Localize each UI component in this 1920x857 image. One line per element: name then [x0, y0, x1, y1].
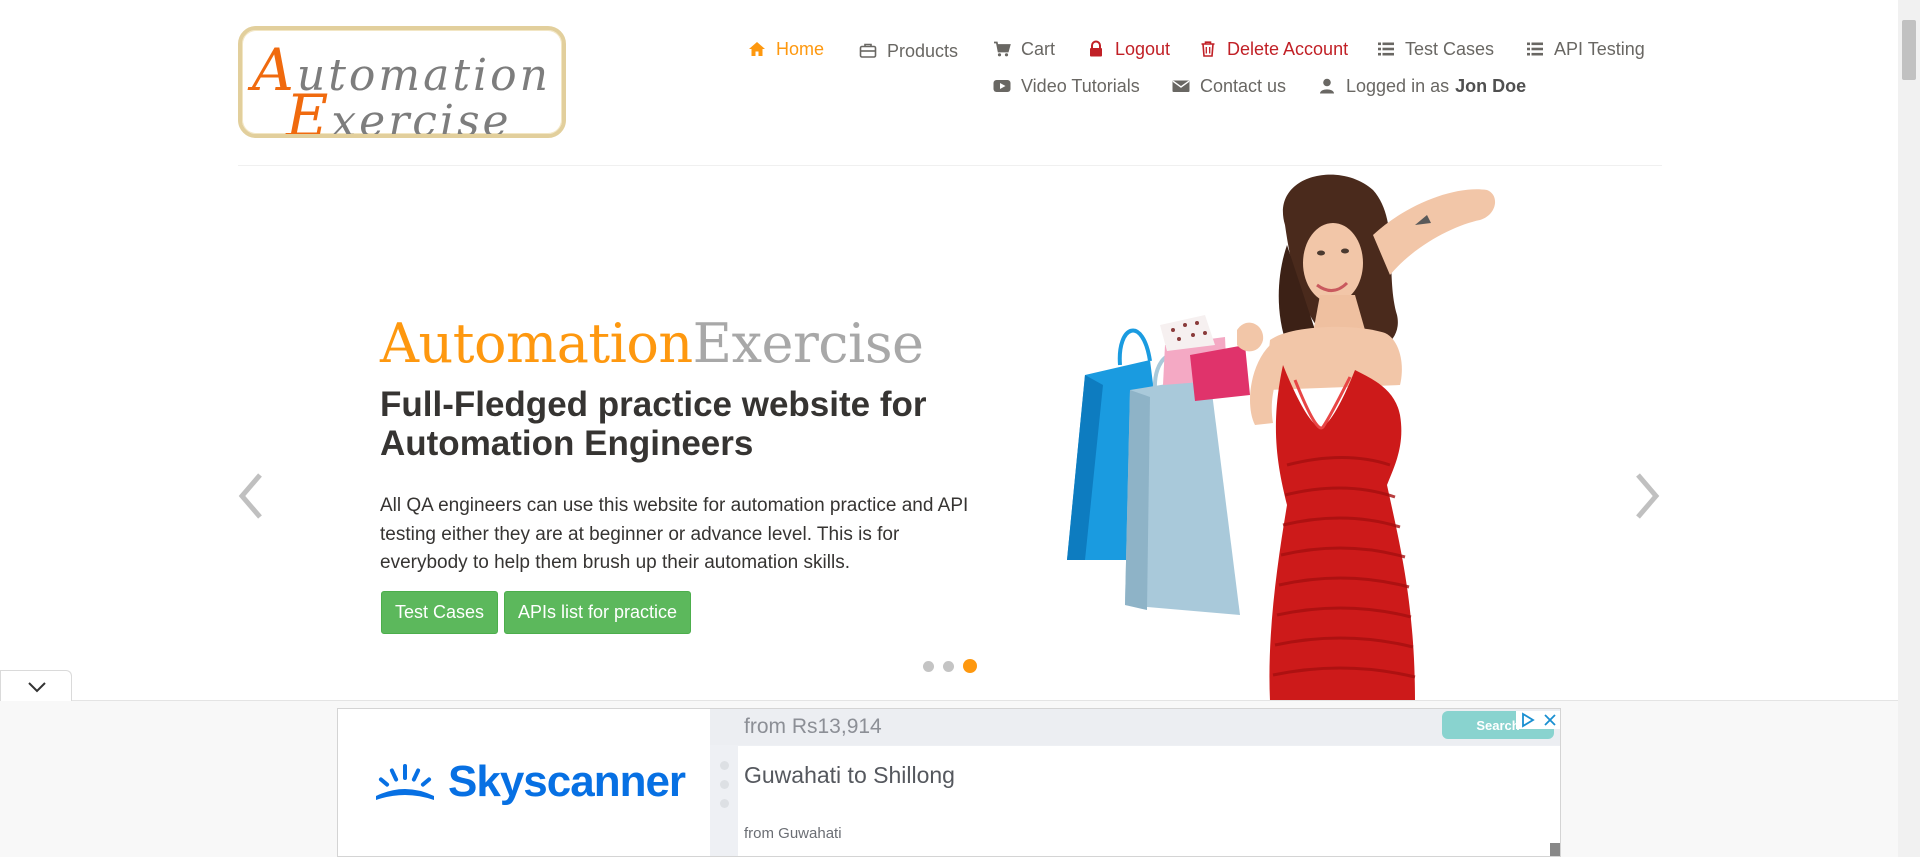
ad-carousel-dots — [720, 761, 729, 808]
nav-logout[interactable]: Logout — [1087, 37, 1170, 61]
envelope-icon — [1172, 80, 1190, 92]
ad-brand-panel: Skyscanner — [338, 709, 710, 856]
logo-line-exercise: Exercise — [286, 82, 512, 138]
hero-image — [1055, 165, 1630, 701]
cart-icon — [994, 41, 1011, 57]
slider-dot-2[interactable] — [943, 660, 954, 672]
ad-collapse-button[interactable] — [0, 670, 72, 701]
nav-cart-label: Cart — [1021, 38, 1056, 59]
hero-description: All QA engineers can use this website fo… — [380, 495, 969, 573]
slider-dot-1[interactable] — [923, 660, 934, 672]
ad-corner-marker — [1550, 843, 1560, 856]
nav-home-label: Home — [776, 38, 825, 59]
ad-choices[interactable] — [1516, 711, 1560, 729]
youtube-play-icon — [993, 80, 1011, 92]
nav-products-label: Products — [887, 40, 959, 61]
adchoices-icon — [1521, 712, 1535, 728]
ad-route-card[interactable]: Guwahati to Shillong from Guwahati — [738, 746, 1560, 856]
nav-api-testing-label: API Testing — [1554, 38, 1645, 59]
nav-contact-us-label: Contact us — [1200, 75, 1287, 96]
scrollbar-thumb[interactable] — [1902, 20, 1916, 80]
hero-brand-heading: AutomationExercise — [380, 312, 924, 376]
hero-test-cases-button[interactable]: Test Cases — [381, 591, 498, 634]
ad-previous-card: from Rs13,914 — [710, 709, 1560, 745]
logged-in-username: Jon Doe — [1455, 75, 1527, 96]
chevron-down-icon — [28, 682, 46, 693]
page-scrollbar[interactable] — [1898, 0, 1920, 857]
nav-api-testing[interactable]: API Testing — [1526, 37, 1645, 61]
skyscanner-ad[interactable]: Skyscanner from Rs13,914 Guwahati to Shi… — [337, 708, 1561, 857]
nav-home[interactable]: Home — [748, 37, 824, 61]
nav-video-tutorials[interactable]: Video Tutorials — [993, 74, 1140, 98]
ad-route: Guwahati to Shillong — [744, 762, 955, 788]
chevron-right-icon — [1636, 473, 1660, 519]
nav-video-tutorials-label: Video Tutorials — [1021, 75, 1140, 96]
chevron-left-icon — [238, 473, 262, 519]
slider-dot-3[interactable] — [963, 659, 977, 673]
nav-test-cases-label: Test Cases — [1405, 38, 1495, 59]
close-icon — [1543, 714, 1556, 726]
slider-prev-button[interactable] — [236, 471, 266, 521]
sunrise-icon — [376, 764, 434, 800]
slider-next-button[interactable] — [1632, 471, 1662, 521]
hero-apis-list-button[interactable]: APIs list for practice — [504, 591, 691, 634]
briefcase-icon — [859, 43, 877, 58]
ad-content-panel: from Rs13,914 Guwahati to Shillong from … — [710, 709, 1560, 856]
hero-title: Full-Fledged practice website for Automa… — [380, 385, 927, 463]
nav-contact-us[interactable]: Contact us — [1172, 74, 1286, 98]
ad-origin: from Guwahati — [744, 825, 842, 842]
trash-icon — [1201, 41, 1215, 57]
nav-delete-account[interactable]: Delete Account — [1199, 37, 1348, 61]
nav-delete-account-label: Delete Account — [1227, 38, 1349, 59]
skyscanner-wordmark: Skyscanner — [448, 757, 686, 806]
site-logo[interactable]: Automation Exercise — [238, 26, 566, 138]
logged-in-prefix: Logged in as — [1346, 75, 1450, 96]
nav-cart[interactable]: Cart — [993, 37, 1055, 61]
nav-logout-label: Logout — [1115, 38, 1171, 59]
ad-price: from Rs13,914 — [744, 715, 882, 738]
skyscanner-logo: Skyscanner — [372, 757, 686, 807]
lock-icon — [1090, 40, 1102, 57]
nav-test-cases[interactable]: Test Cases — [1377, 37, 1494, 61]
slider-indicators — [923, 659, 977, 673]
list-icon — [1527, 42, 1543, 56]
home-icon — [749, 42, 765, 56]
list-icon — [1378, 42, 1394, 56]
nav-products[interactable]: Products — [859, 39, 958, 63]
nav-logged-in: Logged in as Jon Doe — [1318, 74, 1526, 98]
hero-brand-part2: Exercise — [692, 312, 924, 375]
hero-brand-part1: Automation — [380, 312, 693, 375]
user-icon — [1320, 78, 1334, 94]
